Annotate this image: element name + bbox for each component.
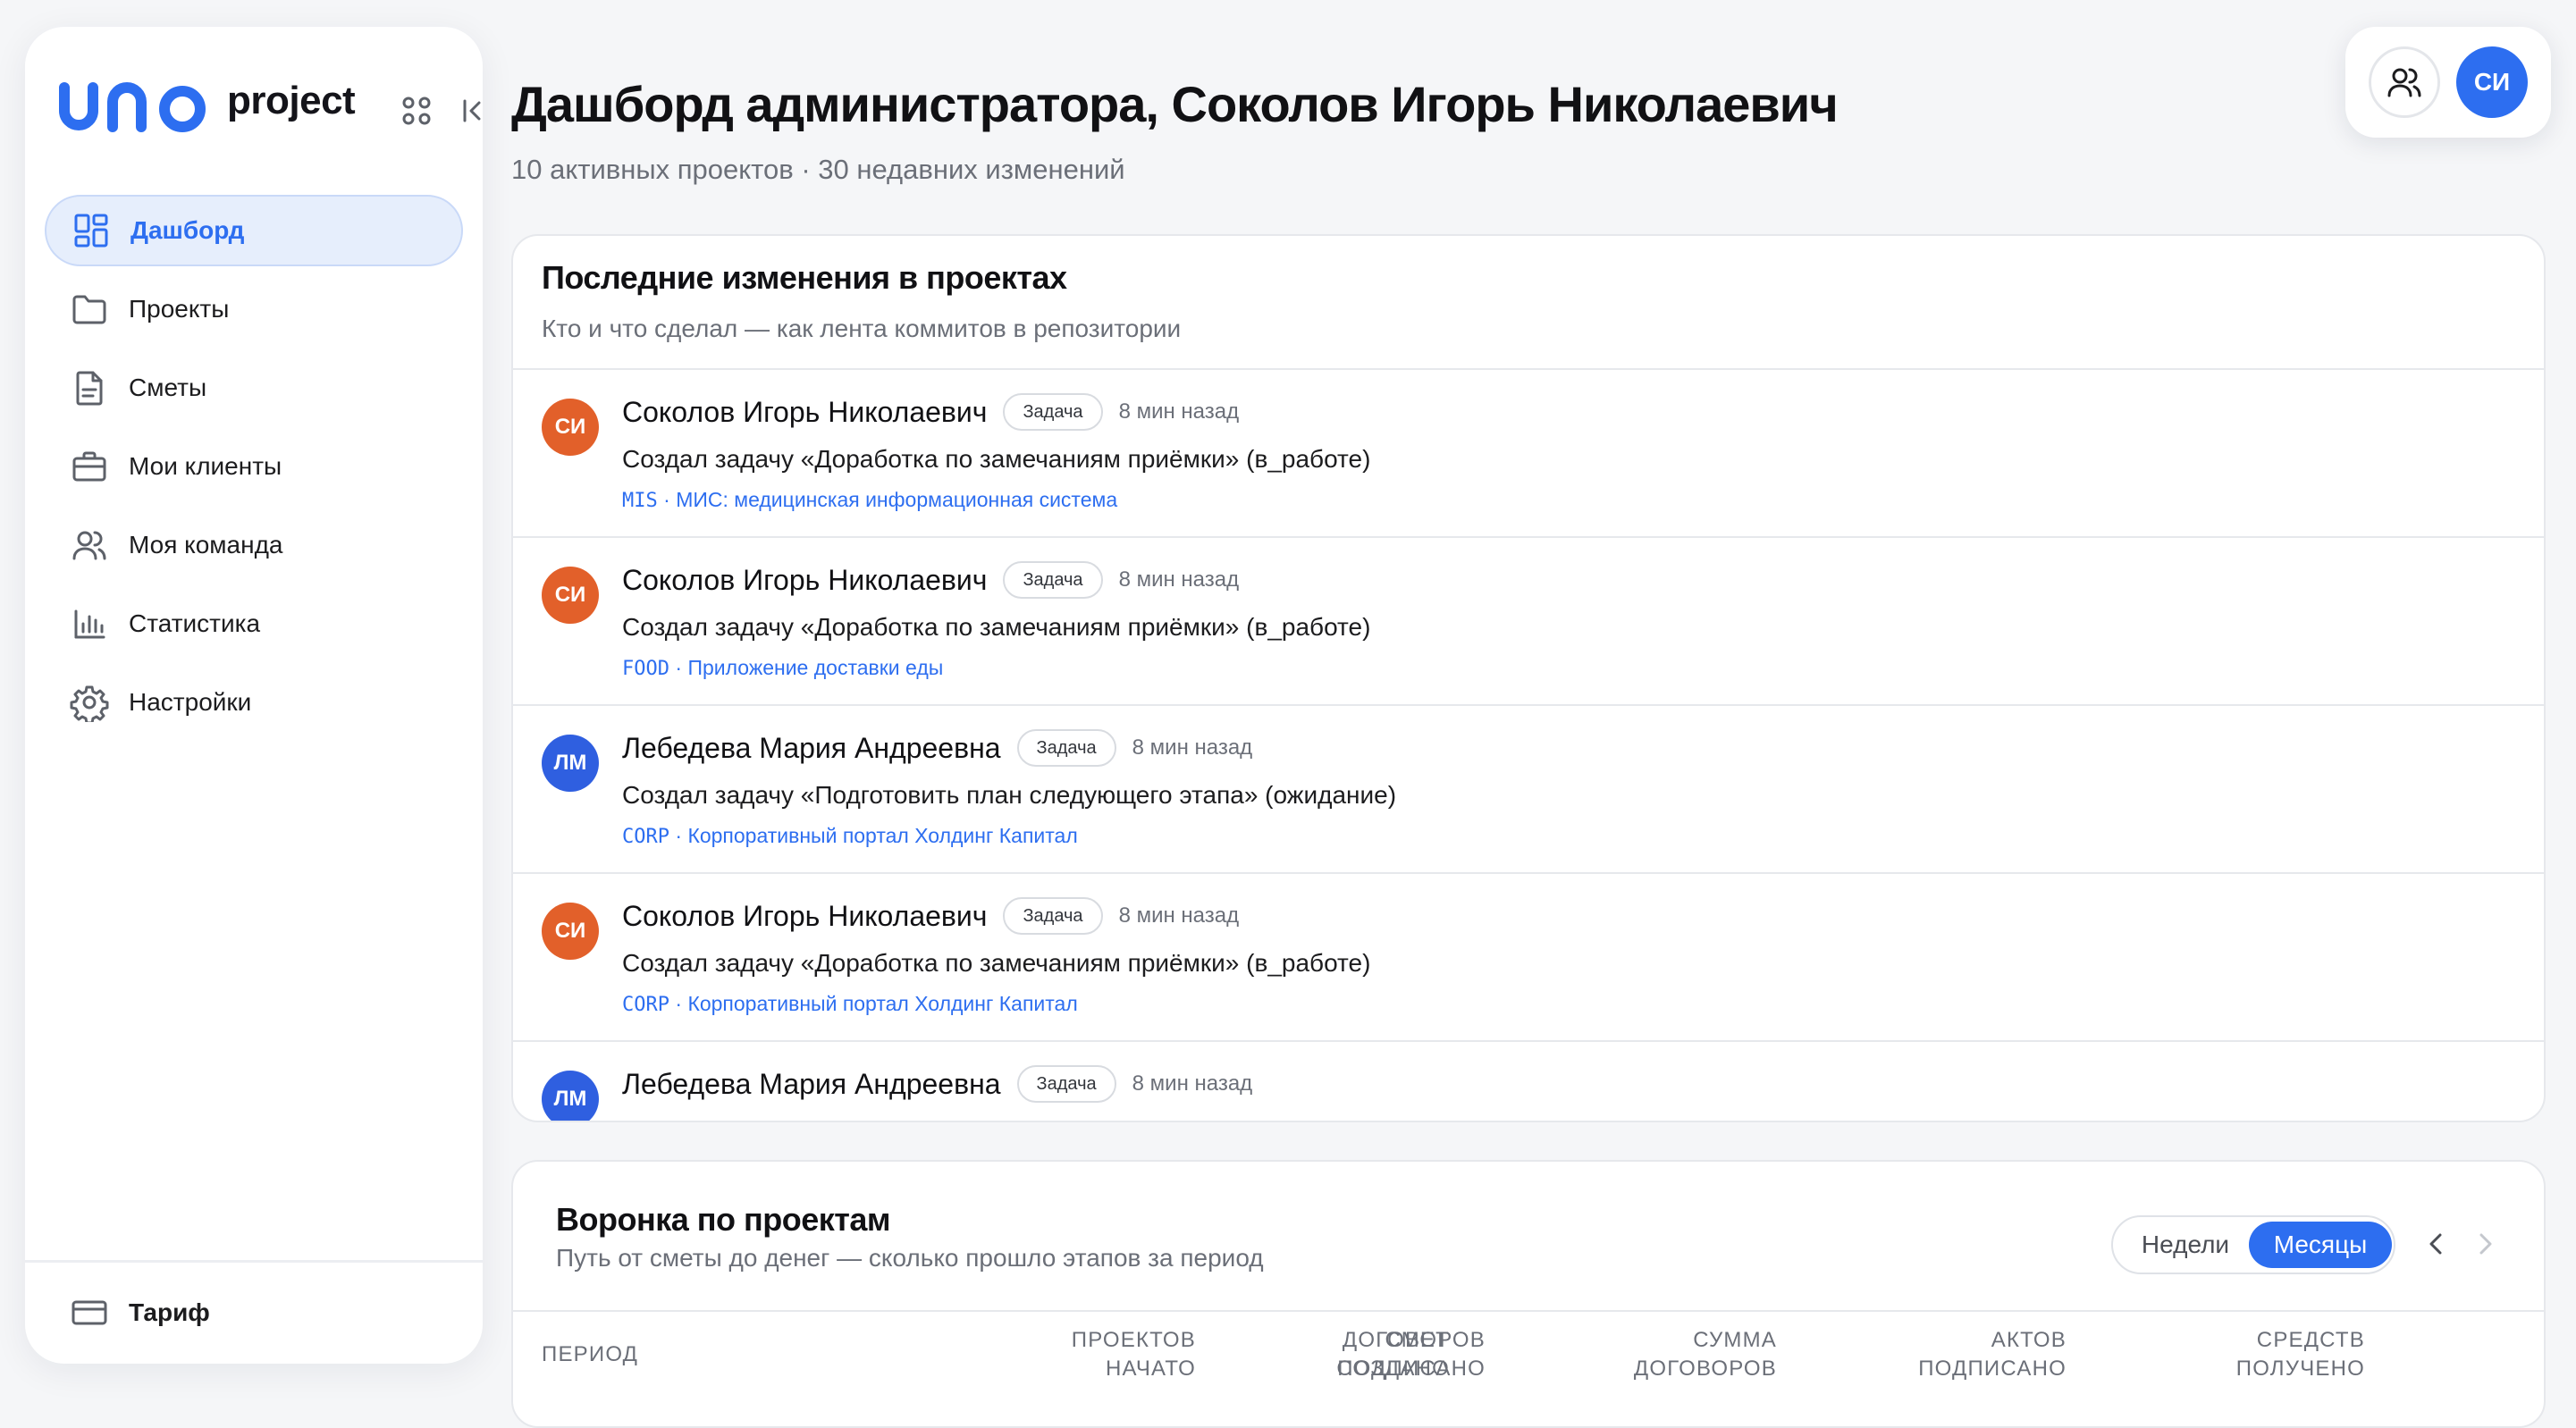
- changes-feed[interactable]: СИ Соколов Игорь Николаевич Задача 8 мин…: [513, 370, 2544, 1121]
- list-item[interactable]: ЛМ Лебедева Мария Андреевна Задача 8 мин…: [513, 706, 2544, 874]
- sidebar-item-label: Моя команда: [129, 531, 283, 559]
- author-name: Лебедева Мария Андреевна: [622, 731, 1001, 764]
- column-header-period: ПЕРИОД: [542, 1342, 639, 1366]
- column-header-funds: СРЕДСТВ ПОЛУЧЕНО: [2235, 1328, 2365, 1381]
- project-code: FOOD: [622, 658, 669, 680]
- column-header-acts: АКТОВ ПОДПИСАНО: [1918, 1328, 2067, 1381]
- period-toggle: Недели Месяцы: [2111, 1215, 2395, 1274]
- project-code: MIS: [622, 490, 658, 512]
- sidebar-item-statistics[interactable]: Статистика: [45, 588, 463, 659]
- avatar: СИ: [542, 567, 599, 624]
- recent-changes-header: Последние изменения в проектах Кто и что…: [513, 236, 2544, 370]
- page-title: Дашборд администратора, Соколов Игорь Ни…: [511, 76, 1839, 132]
- sidebar-item-label: Настройки: [129, 688, 252, 716]
- sidebar-item-tariff[interactable]: Тариф: [45, 1277, 463, 1348]
- team-button[interactable]: [2369, 46, 2440, 118]
- sidebar-item-label: Сметы: [129, 374, 207, 401]
- type-badge: Задача: [1003, 561, 1103, 599]
- product-name: project: [227, 79, 356, 122]
- author-name: Соколов Игорь Николаевич: [622, 563, 988, 596]
- sidebar-footer: Тариф: [25, 1260, 483, 1364]
- collapse-sidebar-icon[interactable]: [458, 95, 490, 127]
- sidebar-item-label: Тариф: [129, 1298, 210, 1326]
- column-header-contract-sum: СУММА ДОГОВОРОВ: [1633, 1328, 1777, 1381]
- page-subtitle: 10 активных проектов · 30 недавних измен…: [511, 154, 1125, 185]
- sidebar-item-label: Мои клиенты: [129, 452, 282, 480]
- document-icon: [76, 371, 103, 406]
- sidebar-item-label: Проекты: [129, 295, 230, 323]
- avatar: СИ: [542, 399, 599, 456]
- project-name: Корпоративный портал Холдинг Капитал: [687, 992, 1078, 1015]
- project-link[interactable]: CORP · Корпоративный портал Холдинг Капи…: [622, 992, 1078, 1016]
- list-item[interactable]: ЛМ Лебедева Мария Андреевна Задача 8 мин…: [513, 1042, 2544, 1121]
- author-name: Лебедева Мария Андреевна: [622, 1067, 1001, 1100]
- list-item[interactable]: СИ Соколов Игорь Николаевич Задача 8 мин…: [513, 538, 2544, 706]
- project-link[interactable]: FOOD · Приложение доставки еды: [622, 656, 943, 680]
- user-avatar[interactable]: СИ: [2456, 46, 2528, 118]
- type-badge: Задача: [1016, 729, 1116, 767]
- type-badge: Задача: [1003, 393, 1103, 431]
- column-header-projects: ПРОЕКТОВ НАЧАТО: [1071, 1328, 1196, 1381]
- project-link[interactable]: MIS · МИС: медицинская информационная си…: [622, 488, 1117, 512]
- change-description: Создал задачу «Доработка по замечаниям п…: [622, 949, 1371, 977]
- logo-row: project: [57, 52, 481, 150]
- folder-icon: [72, 295, 106, 324]
- sidebar-item-label: Дашборд: [130, 216, 245, 244]
- sidebar-item-settings[interactable]: Настройки: [45, 667, 463, 738]
- project-code: CORP: [622, 826, 669, 848]
- top-user-panel: СИ: [2345, 27, 2551, 138]
- timestamp: 8 мин назад: [1118, 567, 1240, 592]
- sidebar-nav: Дашборд Проекты Сметы Мои клиенты Моя ко…: [45, 195, 463, 745]
- project-funnel-card: Воронка по проектам Путь от сметы до ден…: [511, 1160, 2546, 1428]
- column-header-contracts: ДОГОВОРОВ ПОДПИСАНО: [1337, 1328, 1486, 1381]
- type-badge: Задача: [1003, 897, 1103, 935]
- toggle-weeks[interactable]: Недели: [2118, 1222, 2252, 1268]
- card-subtitle: Кто и что сделал — как лента коммитов в …: [542, 315, 1182, 342]
- funnel-table-header: ПЕРИОД СМЕТ СОЗДАНО ПРОЕКТОВ НАЧАТО ДОГОВО…: [513, 1310, 2544, 1381]
- sidebar-item-clients[interactable]: Мои клиенты: [45, 431, 463, 502]
- sidebar-item-team[interactable]: Моя команда: [45, 509, 463, 581]
- gear-icon: [70, 685, 109, 722]
- timestamp: 8 мин назад: [1118, 903, 1240, 928]
- list-item[interactable]: СИ Соколов Игорь Николаевич Задача 8 мин…: [513, 874, 2544, 1042]
- list-item[interactable]: СИ Соколов Игорь Николаевич Задача 8 мин…: [513, 370, 2544, 538]
- sidebar-item-label: Статистика: [129, 609, 261, 637]
- avatar: ЛМ: [542, 1071, 599, 1121]
- team-icon: [2387, 68, 2421, 97]
- uno-logo-icon[interactable]: [57, 77, 218, 134]
- sidebar-item-estimates[interactable]: Сметы: [45, 352, 463, 424]
- change-description: Создал задачу «Доработка по замечаниям п…: [622, 613, 1371, 641]
- sidebar: project Дашборд Проекты Сметы Мои клиент…: [25, 27, 483, 1364]
- recent-changes-card: Последние изменения в проектах Кто и что…: [511, 234, 2546, 1122]
- project-name: Приложение доставки еды: [687, 656, 944, 679]
- author-name: Соколов Игорь Николаевич: [622, 899, 988, 932]
- card-icon: [72, 1300, 107, 1325]
- change-description: Создал задачу «Подготовить план следующе…: [622, 781, 1397, 809]
- timestamp: 8 мин назад: [1118, 399, 1240, 424]
- change-description: Создал задачу «Доработка по замечаниям п…: [622, 445, 1371, 473]
- timestamp: 8 мин назад: [1132, 1071, 1253, 1096]
- team-icon: [72, 531, 106, 560]
- avatar: СИ: [542, 903, 599, 960]
- toggle-months[interactable]: Месяцы: [2249, 1222, 2392, 1268]
- card-title: Воронка по проектам: [556, 1201, 891, 1238]
- project-code: CORP: [622, 994, 669, 1016]
- dashboard-icon: [74, 214, 108, 248]
- project-name: Корпоративный портал Холдинг Капитал: [687, 824, 1078, 847]
- card-title: Последние изменения в проектах: [542, 259, 1067, 296]
- card-subtitle: Путь от сметы до денег — сколько прошло …: [556, 1244, 1264, 1272]
- bar-chart-icon: [74, 609, 105, 639]
- type-badge: Задача: [1016, 1065, 1116, 1103]
- project-link[interactable]: CORP · Корпоративный портал Холдинг Капи…: [622, 824, 1078, 848]
- sidebar-item-dashboard[interactable]: Дашборд: [45, 195, 463, 266]
- project-name: МИС: медицинская информационная система: [676, 488, 1118, 511]
- avatar: ЛМ: [542, 735, 599, 792]
- author-name: Соколов Игорь Николаевич: [622, 395, 988, 428]
- timestamp: 8 мин назад: [1132, 735, 1253, 760]
- apps-grid-icon[interactable]: [400, 95, 433, 127]
- chevron-left-icon[interactable]: [2417, 1224, 2456, 1264]
- chevron-right-icon[interactable]: [2465, 1224, 2504, 1264]
- sidebar-item-projects[interactable]: Проекты: [45, 273, 463, 345]
- briefcase-icon: [72, 451, 106, 482]
